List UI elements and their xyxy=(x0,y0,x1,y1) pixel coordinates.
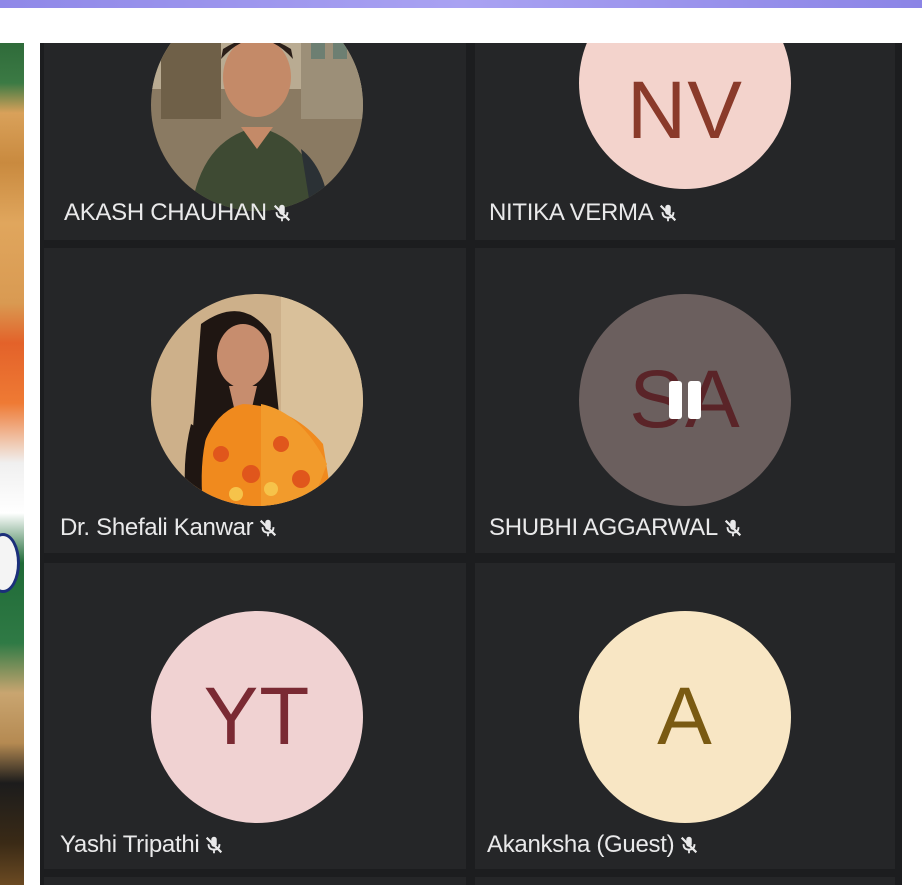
participant-name: SHUBHI AGGARWAL xyxy=(489,514,718,541)
background-flag-wallpaper xyxy=(0,43,24,885)
person-photo-image xyxy=(151,43,363,211)
mic-off-icon xyxy=(257,517,279,539)
participant-name: AKASH CHAUHAN xyxy=(64,199,267,226)
participant-initials: YT xyxy=(203,671,311,762)
participant-tile[interactable]: AKASH CHAUHAN xyxy=(44,43,466,240)
participant-initials-avatar: A xyxy=(579,611,791,823)
mic-off-icon xyxy=(271,202,293,224)
participant-initials: A xyxy=(657,671,713,762)
participant-tile[interactable]: NV NITIKA VERMA xyxy=(475,43,895,240)
participant-initials: NV xyxy=(627,65,743,156)
mic-off-icon xyxy=(203,834,225,856)
mic-off-icon xyxy=(722,517,744,539)
participant-photo-avatar xyxy=(151,294,363,506)
participant-tile[interactable]: A Akanksha (Guest) xyxy=(475,563,895,869)
participant-name-row: Akanksha (Guest) xyxy=(487,831,700,859)
participant-tile-partial xyxy=(475,877,895,885)
participant-tile-partial xyxy=(44,877,466,885)
participant-tile[interactable]: SA SHUBHI AGGARWAL xyxy=(475,248,895,553)
participant-tile[interactable]: YT Yashi Tripathi xyxy=(44,563,466,869)
participant-name-row: AKASH CHAUHAN xyxy=(64,199,293,227)
participant-initials-avatar: NV xyxy=(579,43,791,189)
participant-name: Yashi Tripathi xyxy=(60,831,200,858)
participant-grid: AKASH CHAUHAN NV NITIKA VERMA Dr. Shefal… xyxy=(40,43,902,885)
participant-name-row: NITIKA VERMA xyxy=(489,199,679,227)
participant-name-row: Dr. Shefali Kanwar xyxy=(60,514,279,542)
mic-off-icon xyxy=(678,834,700,856)
window-top-bar xyxy=(0,0,922,8)
ashoka-chakra-icon xyxy=(0,533,20,593)
participant-name: Dr. Shefali Kanwar xyxy=(60,514,254,541)
participant-name-row: SHUBHI AGGARWAL xyxy=(489,514,744,542)
participant-name: NITIKA VERMA xyxy=(489,199,654,226)
mic-off-icon xyxy=(657,202,679,224)
pause-icon xyxy=(669,381,701,419)
person-photo-image xyxy=(151,294,363,506)
participant-name: Akanksha (Guest) xyxy=(487,831,675,858)
participant-initials-avatar: YT xyxy=(151,611,363,823)
participant-initials-avatar: SA xyxy=(579,294,791,506)
participant-tile[interactable]: Dr. Shefali Kanwar xyxy=(44,248,466,553)
participant-name-row: Yashi Tripathi xyxy=(60,831,225,859)
participant-photo-avatar xyxy=(151,43,363,211)
